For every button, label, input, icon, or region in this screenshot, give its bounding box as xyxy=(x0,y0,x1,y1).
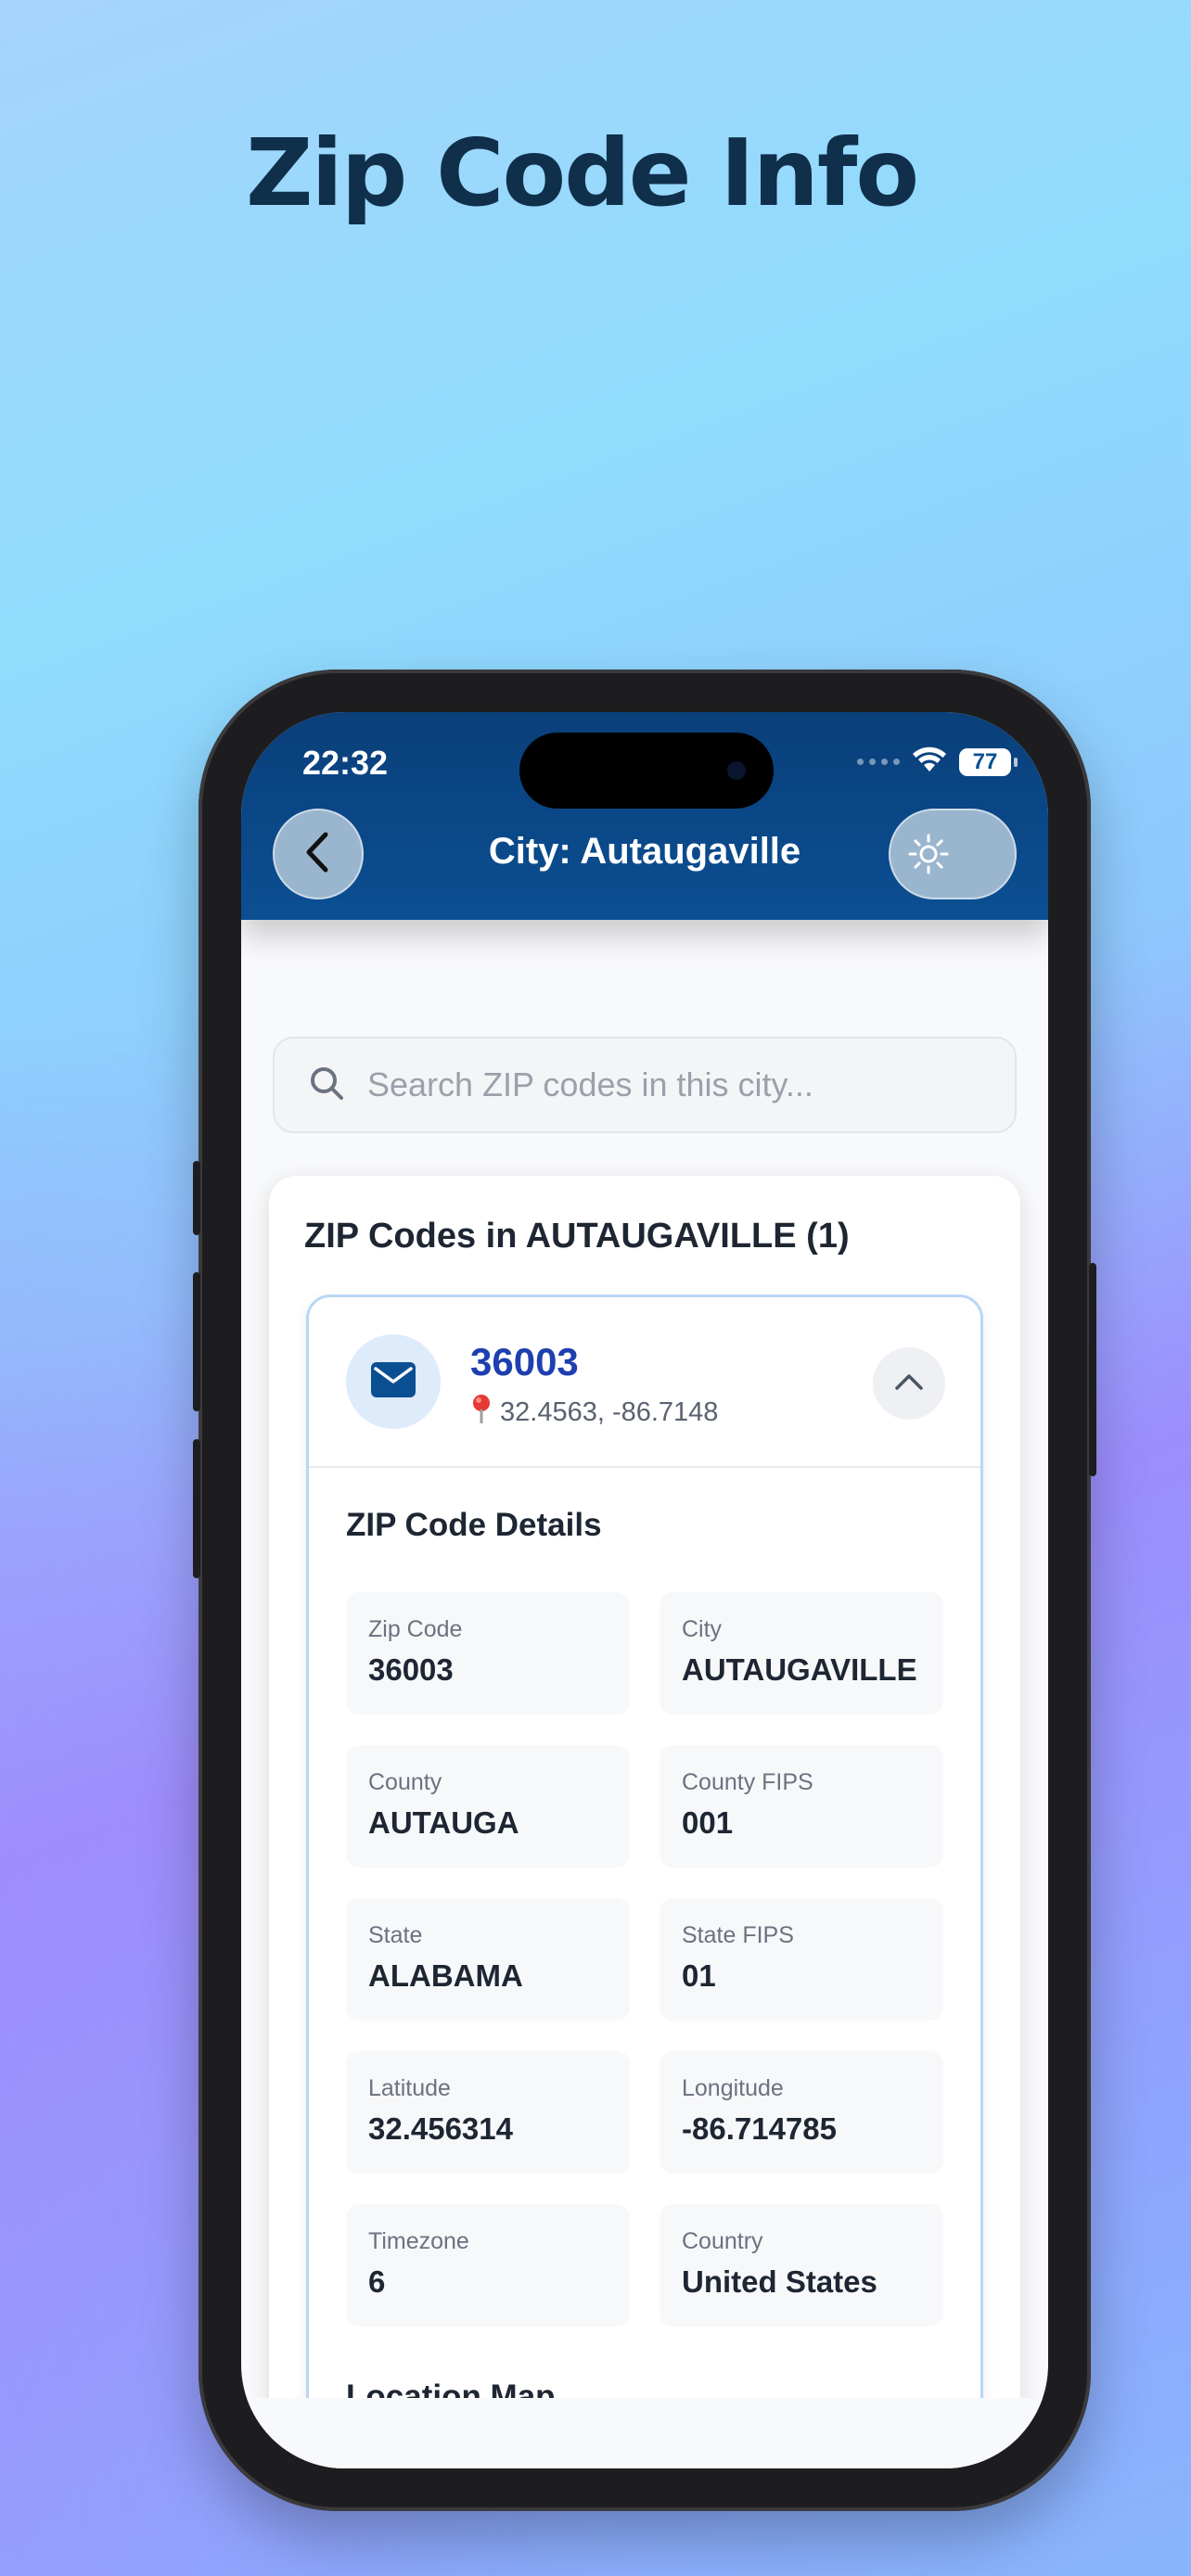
phone-power-button xyxy=(1089,1263,1096,1476)
detail-county: County AUTAUGA xyxy=(346,1745,630,1868)
detail-label: State xyxy=(368,1922,423,1948)
detail-state-fips: State FIPS 01 xyxy=(660,1898,943,2021)
detail-city: City AUTAUGAVILLE xyxy=(660,1592,943,1715)
detail-label: Zip Code xyxy=(368,1616,463,1642)
detail-value: -86.714785 xyxy=(682,2111,837,2146)
wifi-icon xyxy=(911,746,948,778)
chevron-up-icon xyxy=(893,1371,925,1396)
detail-label: Country xyxy=(682,2228,763,2254)
detail-longitude: Longitude -86.714785 xyxy=(660,2051,943,2174)
detail-label: Timezone xyxy=(368,2228,469,2254)
phone-side-button xyxy=(193,1161,200,1235)
detail-value: 36003 xyxy=(368,1652,454,1687)
detail-value: 6 xyxy=(368,2264,386,2299)
detail-state: State ALABAMA xyxy=(346,1898,630,2021)
detail-timezone: Timezone 6 xyxy=(346,2204,630,2327)
zip-list-card: ZIP Codes in AUTAUGAVILLE (1) 36003 32.4… xyxy=(269,1176,1020,2468)
dynamic-island xyxy=(519,733,774,809)
search-icon xyxy=(308,1065,345,1106)
detail-value: United States xyxy=(682,2264,877,2299)
detail-label: Latitude xyxy=(368,2075,451,2101)
promo-headline: Zip Code Info xyxy=(245,119,919,227)
search-input[interactable] xyxy=(367,1065,961,1104)
theme-toggle[interactable] xyxy=(889,809,1017,899)
search-field[interactable] xyxy=(273,1037,1017,1133)
detail-label: State FIPS xyxy=(682,1922,794,1948)
detail-value: ALABAMA xyxy=(368,1958,523,1993)
zip-coordinates-text: 32.4563, -86.7148 xyxy=(500,1396,719,1427)
detail-value: AUTAUGA xyxy=(368,1805,519,1840)
status-icons: 77 xyxy=(857,746,1018,778)
detail-zip-code: Zip Code 36003 xyxy=(346,1592,630,1715)
detail-value: AUTAUGAVILLE xyxy=(682,1652,917,1687)
pin-icon xyxy=(470,1394,493,1431)
signal-icon xyxy=(857,759,900,765)
app-header: 22:32 77 City: Autaugaville xyxy=(241,712,1048,920)
camera-icon xyxy=(727,761,746,780)
mail-badge xyxy=(346,1334,441,1429)
detail-value: 32.456314 xyxy=(368,2111,513,2146)
phone-volume-up-button xyxy=(193,1272,200,1411)
detail-label: Longitude xyxy=(682,2075,784,2101)
zip-list-item: 36003 32.4563, -86.7148 ZIP Code Details xyxy=(306,1294,983,2468)
detail-value: 001 xyxy=(682,1805,734,1840)
battery-icon: 77 xyxy=(959,747,1018,776)
envelope-icon xyxy=(370,1361,416,1403)
screen-bottom-area xyxy=(241,2398,1048,2468)
detail-county-fips: County FIPS 001 xyxy=(660,1745,943,1868)
sun-icon xyxy=(903,829,954,879)
phone-volume-down-button xyxy=(193,1439,200,1578)
zip-coordinates: 32.4563, -86.7148 xyxy=(470,1394,718,1431)
details-title: ZIP Code Details xyxy=(346,1507,602,1543)
phone-screen: 22:32 77 City: Autaugaville Search ZIP c… xyxy=(241,712,1048,2468)
detail-latitude: Latitude 32.456314 xyxy=(346,2051,630,2174)
zip-item-header[interactable]: 36003 32.4563, -86.7148 xyxy=(309,1297,980,1468)
status-time: 22:32 xyxy=(302,744,389,782)
zip-list-title: ZIP Codes in AUTAUGAVILLE (1) xyxy=(304,1217,850,1256)
collapse-button[interactable] xyxy=(873,1347,945,1420)
detail-value: 01 xyxy=(682,1958,716,1993)
detail-label: County FIPS xyxy=(682,1769,813,1795)
detail-label: County xyxy=(368,1769,442,1795)
zip-code: 36003 xyxy=(470,1340,579,1384)
detail-label: City xyxy=(682,1616,723,1642)
detail-country: Country United States xyxy=(660,2204,943,2327)
phone-frame: 22:32 77 City: Autaugaville Search ZIP c… xyxy=(193,670,1096,2511)
